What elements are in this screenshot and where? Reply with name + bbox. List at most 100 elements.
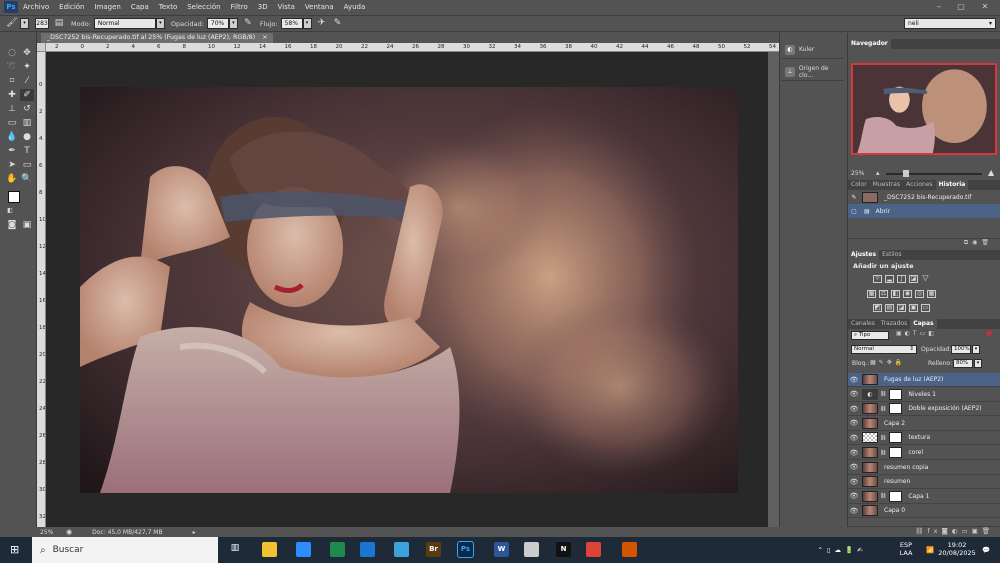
tab-color[interactable]: Color <box>848 180 870 190</box>
zoom-in-icon[interactable]: ▲ <box>988 168 994 177</box>
netflix-icon[interactable]: N <box>556 542 571 557</box>
layer-mask-thumbnail[interactable] <box>889 447 903 458</box>
layer-mask-thumbnail[interactable] <box>889 432 903 444</box>
healing-brush-tool-icon[interactable]: ✚ <box>5 89 19 101</box>
black-white-adjust-icon[interactable]: ◧ <box>891 290 900 298</box>
close-icon[interactable]: ✕ <box>976 0 994 14</box>
flow-dropdown-icon[interactable]: ▾ <box>302 18 312 29</box>
layer-visibility-eye-icon[interactable]: 👁 <box>848 463 860 471</box>
brush-size-picker[interactable]: 283 <box>35 18 49 29</box>
pen-tool-icon[interactable]: ✒ <box>5 145 19 157</box>
clone-stamp-tool-icon[interactable]: ⊥ <box>5 103 19 115</box>
layer-visibility-eye-icon[interactable]: 👁 <box>848 376 860 384</box>
menu-ayuda[interactable]: Ayuda <box>344 3 366 11</box>
menu-texto[interactable]: Texto <box>159 3 177 11</box>
brightness-adjust-icon[interactable]: ☼ <box>873 275 882 283</box>
vibrance-adjust-icon[interactable]: ▽ <box>921 274 930 283</box>
path-selection-tool-icon[interactable]: ➤ <box>5 159 19 171</box>
shape-tool-icon[interactable]: ▭ <box>20 159 34 171</box>
zoom-tool-icon[interactable]: 🔍 <box>20 173 34 185</box>
filter-toggle-icon[interactable] <box>986 330 992 336</box>
layer-mask-link-icon[interactable]: ⛓ <box>880 493 886 499</box>
channel-mixer-adjust-icon[interactable]: ◎ <box>915 290 924 298</box>
file-explorer-icon[interactable] <box>262 542 277 557</box>
foreground-color-swatch[interactable] <box>8 191 20 203</box>
tab-channels[interactable]: Canales <box>848 319 878 329</box>
crop-tool-icon[interactable]: ⌗ <box>5 75 19 87</box>
maximize-icon[interactable]: ▢ <box>952 0 970 14</box>
wifi-icon[interactable]: 📶 <box>920 537 940 563</box>
mode-select[interactable]: Normal <box>93 18 156 29</box>
gradient-tool-icon[interactable]: ▥ <box>20 117 34 129</box>
layer-mask-thumbnail[interactable] <box>889 490 903 502</box>
layer-visibility-eye-icon[interactable]: 👁 <box>848 419 860 427</box>
tab-paths[interactable]: Trazados <box>878 319 910 329</box>
layer-filter-icons[interactable]: ▣◐T▭◧ <box>896 330 937 337</box>
tab-styles[interactable]: Estilos <box>879 250 904 260</box>
invert-adjust-icon[interactable]: ◩ <box>873 304 882 312</box>
document-image[interactable] <box>80 87 738 493</box>
layer-row[interactable]: 👁 resumen <box>848 475 1000 490</box>
layer-row[interactable]: 👁 ⛓ corel <box>848 446 1000 460</box>
document-tab-close-icon[interactable]: × <box>262 34 267 41</box>
zoom-level[interactable]: 25% <box>40 529 62 536</box>
outlook-icon[interactable] <box>360 542 375 557</box>
layer-row[interactable]: 👁 ⛓ textura <box>848 431 1000 446</box>
selective-color-adjust-icon[interactable]: ▣ <box>909 304 918 312</box>
opacity-dropdown-icon[interactable]: ▾ <box>228 18 238 29</box>
layer-visibility-eye-icon[interactable]: 👁 <box>848 390 860 398</box>
lock-icons[interactable]: ▦✎✥🔒 <box>870 359 905 366</box>
move-tool-icon[interactable]: ✥ <box>20 47 34 59</box>
layer-row[interactable]: 👁 resumen copia <box>848 460 1000 475</box>
ruler-origin[interactable] <box>37 43 46 52</box>
opacity-input[interactable]: 70% <box>206 18 229 29</box>
screen-mode-icon[interactable]: ▣ <box>20 219 34 231</box>
layer-visibility-eye-icon[interactable]: 👁 <box>848 405 860 413</box>
history-brush-tool-icon[interactable]: ↺ <box>20 103 34 115</box>
layer-visibility-eye-icon[interactable]: 👁 <box>848 434 860 442</box>
history-item-abrir[interactable]: ▢ ▤ Abrir <box>848 204 1000 218</box>
mode-dropdown-icon[interactable]: ▾ <box>155 18 165 29</box>
lasso-tool-icon[interactable]: ➰ <box>5 61 19 73</box>
menu-archivo[interactable]: Archivo <box>23 3 49 11</box>
menu-vista[interactable]: Vista <box>278 3 295 11</box>
hue-saturation-adjust-icon[interactable]: ▦ <box>867 290 876 298</box>
quick-selection-tool-icon[interactable]: ✦ <box>20 61 34 73</box>
navigator-zoom-value[interactable]: 25% <box>851 170 864 177</box>
taskbar-search[interactable]: ⌕ Buscar <box>32 537 218 563</box>
paint-icon[interactable] <box>524 542 539 557</box>
fill-input[interactable]: 80% <box>953 359 973 368</box>
default-colors-icon[interactable]: ◧ <box>3 205 17 217</box>
layer-visibility-eye-icon[interactable]: 👁 <box>848 507 860 515</box>
document-tab[interactable]: _DSC7252 bis-Recuperado.tif al 25% (Fuga… <box>41 33 274 43</box>
menu-filtro[interactable]: Filtro <box>231 3 248 11</box>
input-language[interactable]: ESP LAA <box>896 537 916 563</box>
bridge-icon[interactable]: Br <box>426 542 441 557</box>
layer-row[interactable]: 👁 ⛓ Capa 1 <box>848 489 1000 504</box>
minimize-icon[interactable]: – <box>930 0 948 14</box>
menu-3d[interactable]: 3D <box>258 3 268 11</box>
status-arrow-icon[interactable]: ▸ <box>193 529 196 536</box>
status-info-icon[interactable]: ◉ <box>66 528 72 536</box>
layer-mask-link-icon[interactable]: ⛓ <box>880 450 886 456</box>
menu-imagen[interactable]: Imagen <box>95 3 121 11</box>
clone-source-panel-button[interactable]: ⊥ Origen de clo... <box>782 63 844 81</box>
history-footer-icons[interactable]: ⧉◉🗑 <box>848 238 1000 247</box>
layer-row[interactable]: 👁 ⛓ Doble exposición (AEP2) <box>848 402 1000 417</box>
layer-opacity-dropdown-icon[interactable]: ▾ <box>972 345 980 354</box>
taskbar-clock[interactable]: 19:02 20/08/2025 <box>938 537 976 563</box>
menu-capa[interactable]: Capa <box>131 3 149 11</box>
spark-icon[interactable] <box>622 542 637 557</box>
layer-mask-link-icon[interactable]: ⛓ <box>880 406 886 412</box>
notepad-icon[interactable] <box>394 542 409 557</box>
layer-mask-thumbnail[interactable] <box>889 403 903 415</box>
pressure-opacity-icon[interactable]: ✎ <box>242 18 254 29</box>
kuler-panel-button[interactable]: ◐ Kuler <box>782 41 844 59</box>
chrome-icon[interactable] <box>586 542 601 557</box>
photoshop-icon[interactable]: Ps <box>457 541 474 558</box>
brush-tool-active-icon[interactable]: ✐ <box>20 89 34 101</box>
layer-row[interactable]: 👁 ◐ ⛓ Niveles 1 <box>848 387 1000 402</box>
photo-filter-adjust-icon[interactable]: ◉ <box>903 290 912 298</box>
layer-visibility-eye-icon[interactable]: 👁 <box>848 492 860 500</box>
menu-seleccion[interactable]: Selección <box>187 3 220 11</box>
